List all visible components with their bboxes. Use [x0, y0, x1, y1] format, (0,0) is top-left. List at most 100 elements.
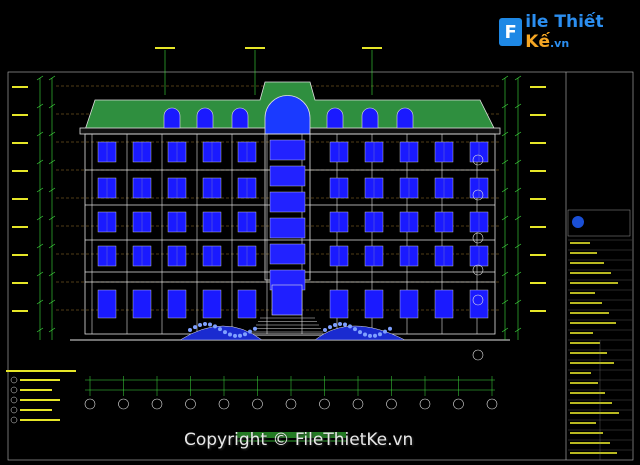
dormer-window	[361, 107, 379, 129]
central-glazing	[269, 191, 306, 213]
title-block-text-bar	[570, 442, 610, 444]
level-bubble	[472, 264, 484, 276]
legend-marker	[10, 406, 18, 414]
title-block-text-bar	[570, 452, 617, 454]
title-block-text-bar	[570, 402, 612, 404]
ground-floor-window	[167, 289, 187, 319]
grid-axis-bubble	[419, 398, 431, 410]
shrub	[348, 324, 352, 329]
level-marker-label	[530, 142, 546, 144]
shrub	[358, 330, 362, 335]
legend-entry-bar	[20, 399, 60, 401]
shrub	[228, 332, 232, 337]
grid-axis-bubble	[319, 398, 330, 410]
title-block-text-bar	[570, 332, 593, 334]
grid-axis-bubble	[486, 398, 498, 410]
grid-axis-bubble	[151, 398, 163, 410]
shrub	[198, 322, 202, 327]
legend-marker	[10, 376, 18, 384]
title-block-text-bar	[570, 382, 598, 384]
legend-entry-bar	[20, 409, 52, 411]
shrub	[373, 333, 377, 338]
title-block-text-bar	[570, 252, 597, 254]
title-block-text-bar	[570, 272, 611, 274]
shrub	[203, 322, 207, 327]
logo-badge: F	[499, 18, 523, 46]
legend-title-bar	[6, 370, 76, 372]
level-marker-label	[12, 170, 28, 172]
leader-label	[362, 47, 382, 49]
grid-axis-bubble	[352, 398, 364, 410]
level-marker-label	[530, 170, 546, 172]
title-block-text-bar	[570, 342, 600, 344]
shrub	[323, 328, 327, 332]
ground-floor-window	[237, 289, 257, 319]
level-marker-label	[12, 226, 28, 228]
central-glazing	[269, 217, 306, 239]
legend-entry-bar	[20, 389, 52, 391]
title-block-text-bar	[570, 372, 591, 374]
cad-drawing-canvas: F ile Thiết Kế.vn Copyright © FileThietK…	[0, 0, 640, 465]
shrub	[223, 330, 227, 335]
title-block-text-bar	[570, 282, 618, 284]
shrub	[188, 328, 192, 332]
shrub	[388, 326, 392, 331]
title-block-text-bar	[570, 412, 619, 414]
shrub	[343, 322, 347, 327]
title-block-text-bar	[570, 292, 595, 294]
grid-axis-bubble	[185, 398, 196, 410]
level-marker-label	[12, 114, 28, 116]
dormer-window	[396, 107, 414, 129]
shrub	[253, 326, 257, 331]
level-marker-label	[530, 198, 546, 200]
shrub	[363, 332, 367, 337]
copyright-watermark: Copyright © FileThietKe.vn	[184, 430, 414, 450]
filethietke-logo: F ile Thiết Kế.vn	[499, 12, 640, 52]
shrub	[193, 325, 197, 330]
ground-floor-window	[329, 289, 349, 319]
facade-elevation-drawing	[6, 47, 634, 461]
leader-label	[245, 47, 265, 49]
ground-floor-window	[97, 289, 117, 319]
title-block-text-bar	[570, 432, 603, 434]
shrub	[213, 324, 217, 329]
central-glazing	[269, 243, 306, 265]
shrub	[338, 322, 342, 327]
shrub	[378, 332, 382, 337]
grid-axis-bubble	[252, 398, 263, 410]
title-block-text-bar	[570, 312, 609, 314]
ground-floor-window	[364, 289, 384, 319]
ground-floor-window	[399, 289, 419, 319]
legend-marker	[10, 416, 18, 424]
level-marker-label	[530, 310, 546, 312]
level-marker-label	[12, 254, 28, 256]
title-block-text-bar	[570, 322, 616, 324]
title-block-text-bar	[570, 352, 607, 354]
level-marker-label	[530, 282, 546, 284]
level-marker-label	[530, 114, 546, 116]
title-block-text-bar	[570, 242, 590, 244]
title-block-text-bar	[570, 422, 596, 424]
grid-axis-bubble	[285, 398, 297, 410]
legend-marker	[10, 386, 18, 394]
level-bubble	[472, 232, 484, 244]
dormer-window	[231, 107, 249, 129]
grid-axis-bubble	[118, 398, 129, 410]
legend-marker	[10, 396, 18, 404]
shrub	[208, 322, 212, 327]
legend-entry-bar	[20, 379, 60, 381]
level-marker-label	[12, 142, 28, 144]
shrub	[233, 333, 237, 338]
main-entrance-door	[271, 284, 303, 316]
level-marker-label	[12, 198, 28, 200]
dormer-window	[326, 107, 344, 129]
shrub	[243, 332, 247, 337]
ground-floor-window	[434, 289, 454, 319]
level-marker-label	[12, 310, 28, 312]
shrub	[328, 325, 332, 330]
shrub	[333, 322, 337, 327]
grid-axis-bubble	[453, 398, 464, 410]
level-bubble	[472, 349, 484, 361]
title-block-text-bar	[570, 262, 604, 264]
legend-entry-bar	[20, 419, 60, 421]
